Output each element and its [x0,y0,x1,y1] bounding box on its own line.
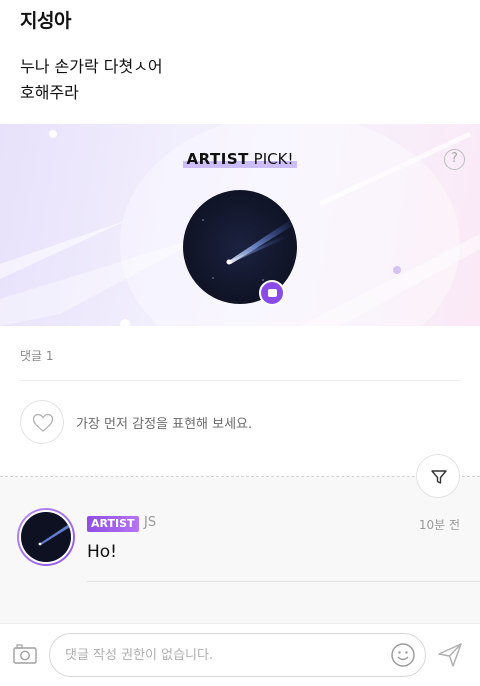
avatar[interactable] [17,508,75,566]
artist-badge: ARTIST [87,516,139,532]
artist-pick-banner: ARTIST PICK! ? [0,124,480,326]
filter-icon [431,470,447,484]
filter-button[interactable] [416,454,460,498]
post-body: 누나 손가락 다쳣ㅅ어 호해주라 [20,54,163,106]
send-icon[interactable] [436,641,464,669]
artist-pick-title: ARTIST PICK! [0,150,480,168]
comment-timestamp: 10분 전 [418,518,460,532]
comment-input[interactable] [49,633,426,677]
divider [87,581,480,582]
heart-icon [32,413,54,432]
post-body-line: 호해주라 [20,83,79,102]
commenter-name[interactable]: JS [144,515,156,530]
question-circle-icon[interactable]: ? [444,149,465,170]
comment-count: 댓글 1 [20,349,54,363]
smiley-icon[interactable] [390,642,416,668]
divider [20,380,460,381]
camera-icon[interactable] [12,642,38,666]
like-button[interactable] [20,400,64,444]
author-name[interactable]: 지성아 [20,6,71,33]
comment-text: Ho! [87,542,117,562]
artist-pick-title-rest: PICK! [248,150,294,168]
comments-section [0,477,480,623]
like-prompt: 가장 먼저 감정을 표현해 보세요. [76,417,253,432]
chat-bubble-icon [259,280,285,306]
comment-composer [0,623,480,686]
artist-pick-title-strong: ARTIST [186,150,249,168]
post-header: 지성아 [20,6,71,33]
post-body-line: 누나 손가락 다쳣ㅅ어 [20,57,163,76]
